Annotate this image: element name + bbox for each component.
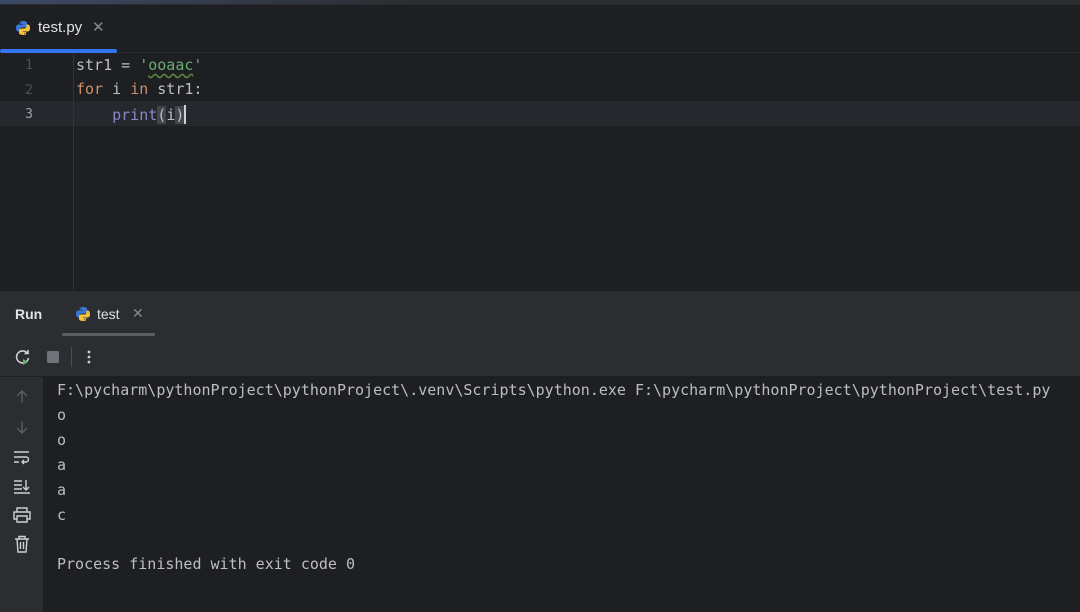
builtin-function-token: print <box>112 106 158 124</box>
keyword-token: in <box>130 80 149 98</box>
code-line-1[interactable]: str1 = 'ooaac' <box>76 56 202 74</box>
code-editor[interactable]: 1 2 3 str1 = 'ooaac' for i in str1: prin… <box>0 53 1080 290</box>
argument-token: i <box>166 106 176 124</box>
down-arrow-icon <box>16 421 28 434</box>
editor-tab-bar: test.py ✕ <box>0 5 1080 53</box>
string-quote: ' <box>193 56 203 74</box>
console-line-command: F:\pycharm\pythonProject\pythonProject\.… <box>57 381 1051 399</box>
editor-tab-label: test.py <box>38 19 83 36</box>
active-run-tab-indicator <box>62 333 155 336</box>
matched-paren: ( <box>157 106 167 124</box>
string-literal-token: ooaac <box>148 56 194 74</box>
operator-token: = <box>112 56 140 74</box>
print-button[interactable] <box>11 504 33 526</box>
code-line-2[interactable]: for i in str1: <box>76 80 202 98</box>
editor-tab-test-py[interactable]: test.py ✕ <box>0 5 117 53</box>
code-text: str1: <box>148 80 203 98</box>
console-side-toolbar <box>0 377 43 612</box>
more-options-icon <box>87 350 91 364</box>
run-panel-title: Run <box>15 306 43 322</box>
up-arrow-icon <box>16 390 28 403</box>
text-caret <box>184 105 187 124</box>
code-line-3[interactable]: print(i) <box>76 105 187 124</box>
keyword-token: for <box>76 80 104 98</box>
previous-occurrence-button[interactable] <box>11 386 33 408</box>
run-tab-label: test <box>97 306 120 322</box>
matched-paren: ) <box>175 106 185 124</box>
soft-wrap-button[interactable] <box>11 446 33 468</box>
console-line: o <box>57 406 67 424</box>
python-file-icon <box>16 21 30 35</box>
trash-icon <box>15 535 29 553</box>
run-toolbar <box>0 338 1080 377</box>
clear-all-button[interactable] <box>11 533 33 555</box>
next-occurrence-button[interactable] <box>11 416 33 438</box>
rerun-icon <box>15 350 30 365</box>
line-number: 1 <box>25 58 33 73</box>
console-line: c <box>57 506 67 524</box>
line-number-gutter: 1 2 3 <box>0 53 74 290</box>
close-tab-icon[interactable]: ✕ <box>92 18 105 36</box>
run-panel-header: Run test ✕ <box>0 291 1080 338</box>
console-line: a <box>57 481 67 499</box>
close-run-tab-icon[interactable]: ✕ <box>132 305 144 322</box>
console-line: o <box>57 431 67 449</box>
toolbar-separator <box>71 347 72 367</box>
variable-token: str1 <box>76 56 113 74</box>
rerun-button[interactable] <box>12 346 34 368</box>
console-line-exit-status: Process finished with exit code 0 <box>57 555 356 573</box>
stop-icon <box>47 351 59 363</box>
console-line: a <box>57 456 67 474</box>
scroll-to-end-icon <box>14 480 30 494</box>
print-icon <box>13 507 31 523</box>
stop-button[interactable] <box>42 346 64 368</box>
run-tab-test[interactable]: test ✕ <box>62 291 155 338</box>
console-output[interactable]: F:\pycharm\pythonProject\pythonProject\.… <box>43 377 1080 612</box>
scroll-to-end-button[interactable] <box>11 475 33 497</box>
soft-wrap-icon <box>14 451 30 465</box>
line-number-active: 3 <box>25 107 33 122</box>
string-quote: ' <box>139 56 149 74</box>
line-number: 2 <box>25 83 33 98</box>
python-file-icon <box>76 307 90 321</box>
more-options-button[interactable] <box>78 346 100 368</box>
code-text: i <box>103 80 131 98</box>
